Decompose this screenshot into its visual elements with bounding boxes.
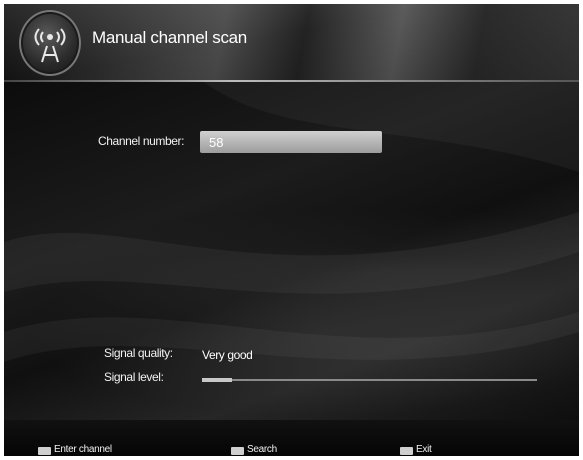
ok-key-icon [231,447,244,455]
signal-level-label: Signal level: [104,370,164,384]
menu-key-icon [400,447,413,455]
signal-level-bar [202,378,537,382]
signal-level-fill [202,378,233,382]
channel-number-field[interactable]: 58 [200,131,382,153]
numeric-keys-icon [38,447,51,455]
page-title: Manual channel scan [92,28,247,47]
screen: Manual channel scan Channel number: 58 S… [4,4,579,456]
footer-exit-label: Exit [416,444,432,455]
channel-number-value: 58 [209,135,224,150]
signal-quality-label: Signal quality: [104,346,173,360]
channel-number-label: Channel number: [98,134,185,148]
footer-search-label: Search [247,444,277,455]
footer-enter-channel-label: Enter channel [54,444,112,455]
antenna-signal-icon [19,10,81,76]
signal-quality-value: Very good [202,348,253,362]
